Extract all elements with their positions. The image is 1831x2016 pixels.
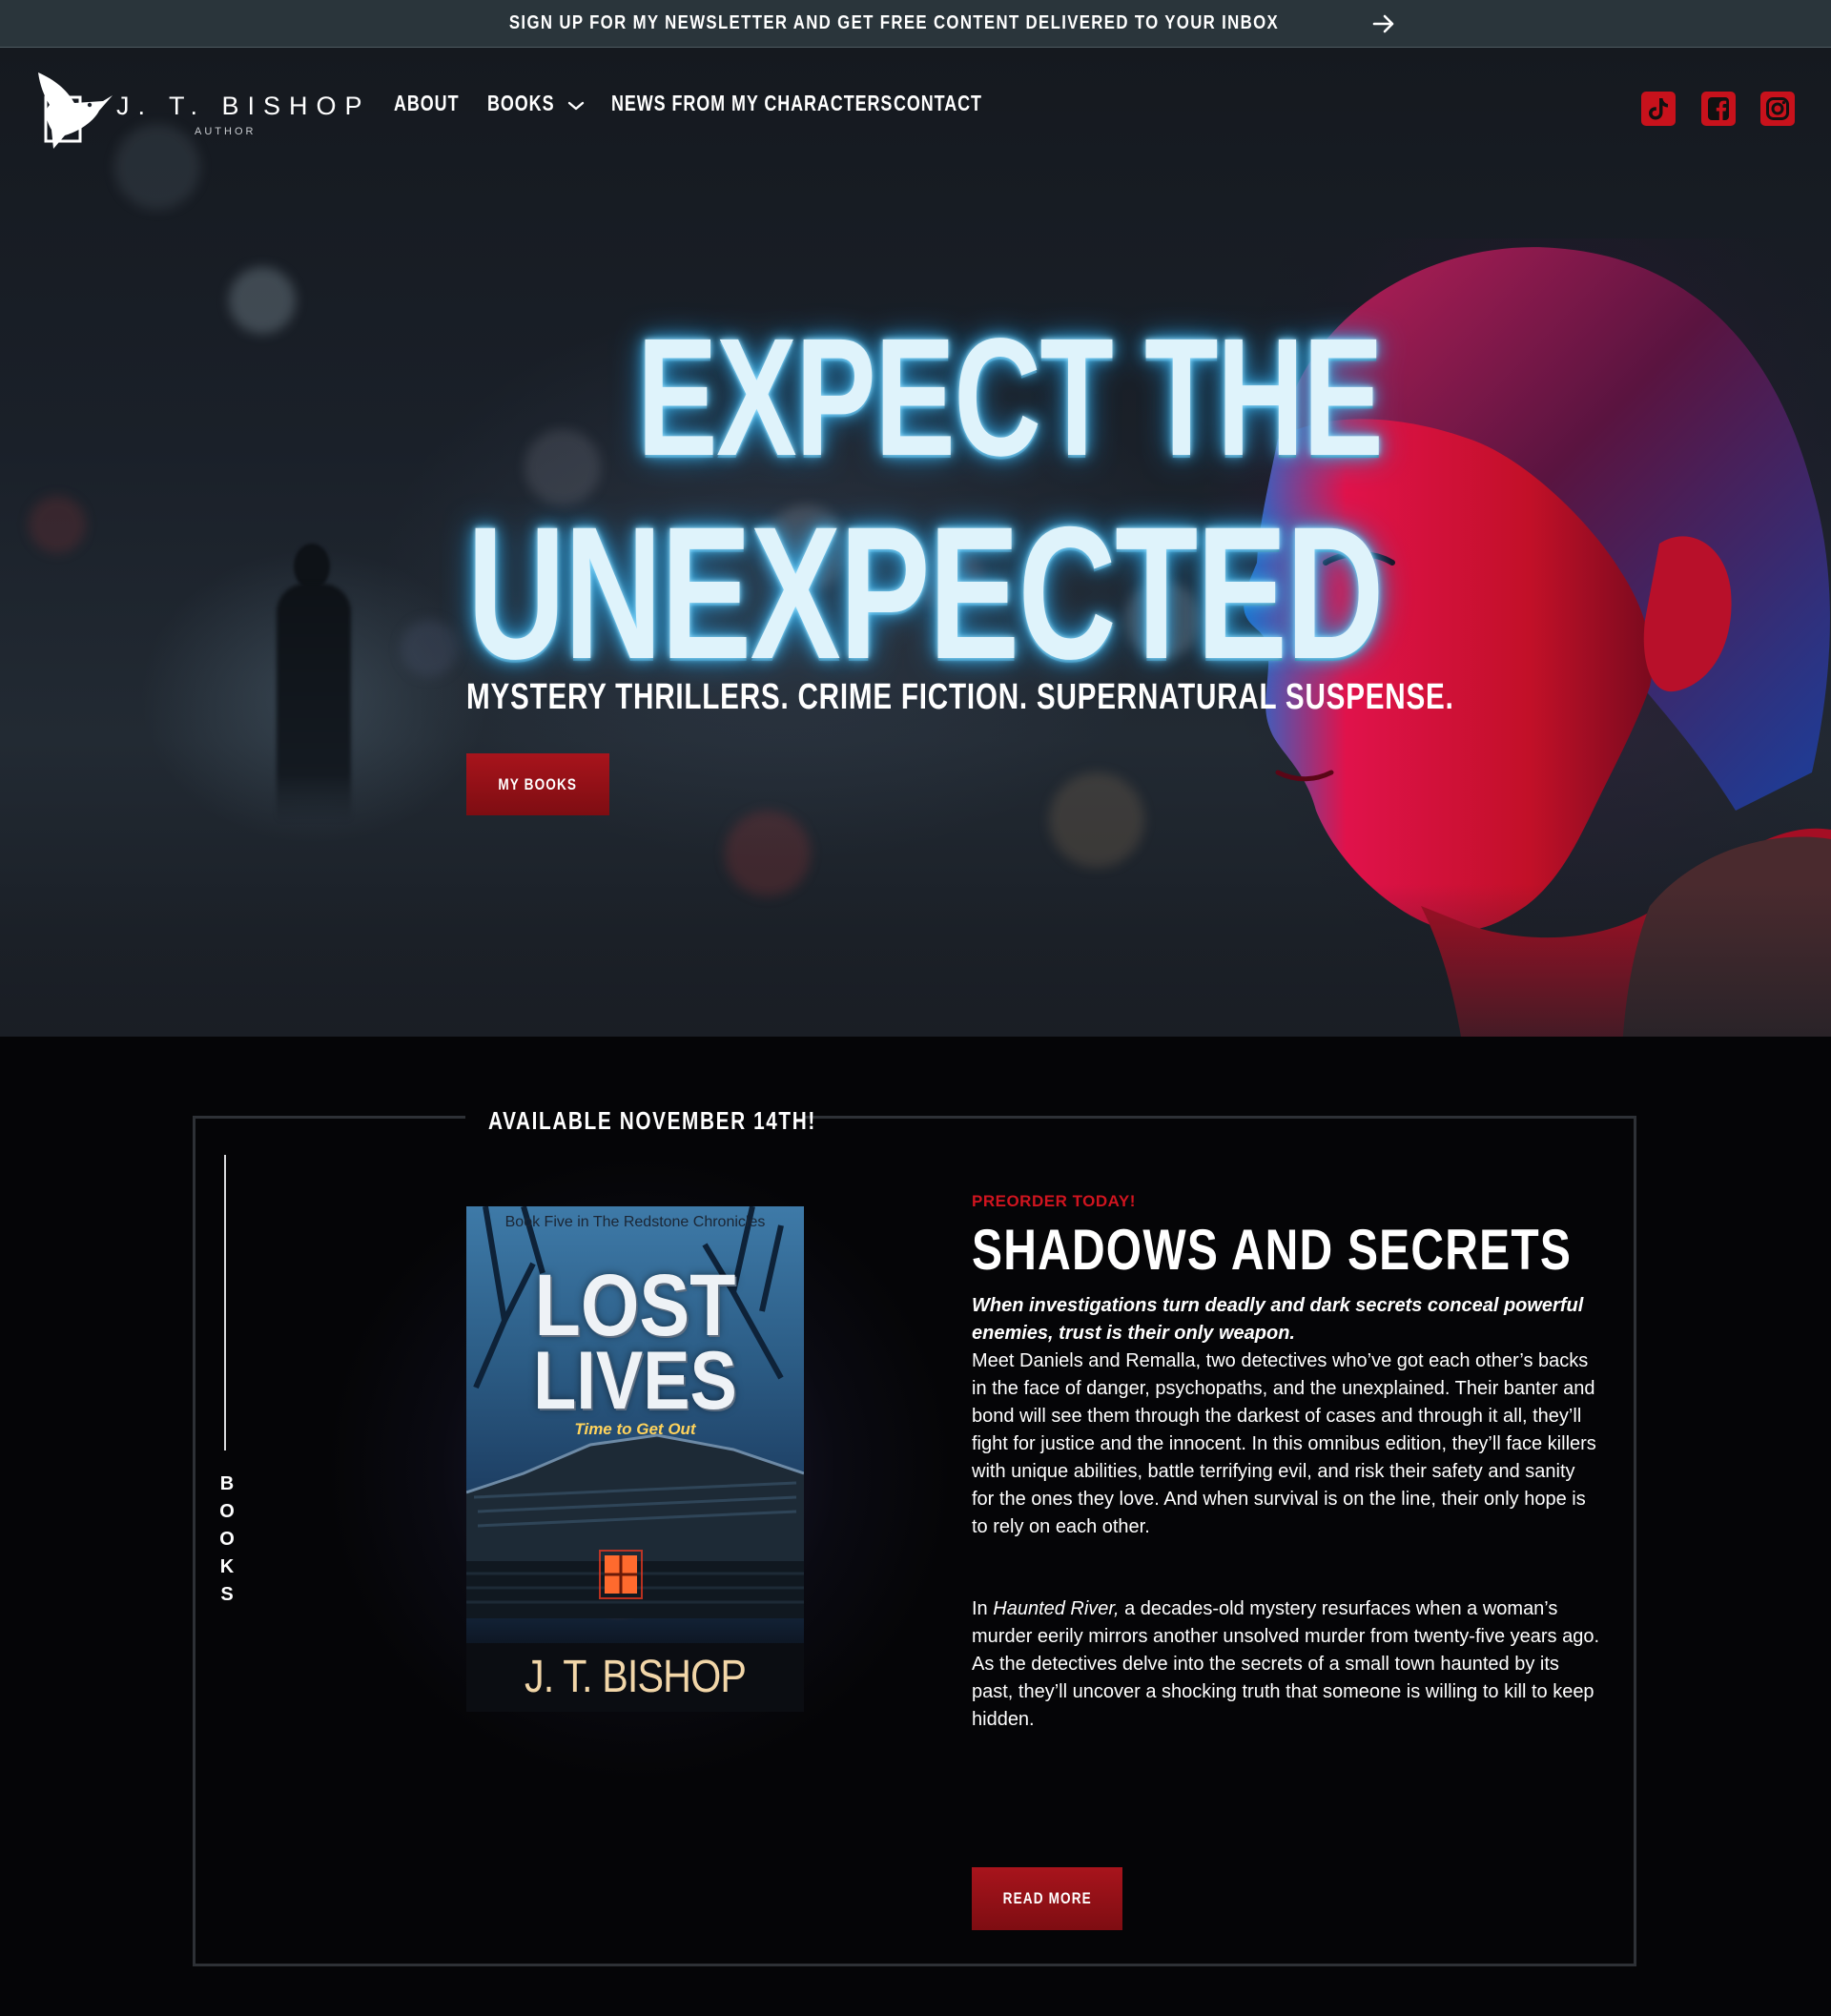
book-lead: When investigations turn deadly and dark… (972, 1295, 1584, 1344)
read-more-button-label[interactable]: READ MORE (1002, 1889, 1091, 1908)
nav-books-label[interactable]: BOOKS (487, 91, 554, 116)
book-title: SHADOWS AND SECRETS (972, 1218, 1573, 1282)
paragraph-2-prefix: In (972, 1598, 994, 1619)
vertical-books-letter: O (219, 1501, 235, 1522)
instagram-icon[interactable] (1760, 92, 1795, 126)
book-description-paragraph-2: In Haunted River, a decades-old mystery … (972, 1595, 1601, 1734)
facebook-icon[interactable] (1701, 92, 1736, 126)
frame-label: AVAILABLE NOVEMBER 14TH! (488, 1106, 816, 1135)
arrow-right-icon[interactable] (1372, 14, 1395, 33)
site-logo[interactable]: J. T. BISHOP AUTHOR (36, 69, 362, 151)
vertical-books-label: BOOKS (217, 1471, 237, 1609)
logo-subtitle: AUTHOR (195, 126, 257, 137)
bokeh-light (29, 496, 86, 553)
my-books-button[interactable]: MY BOOKS (466, 753, 609, 815)
chevron-down-icon[interactable] (567, 100, 585, 112)
bokeh-light (229, 267, 296, 334)
vertical-books-letter: B (219, 1473, 235, 1494)
read-more-button[interactable]: READ MORE (972, 1867, 1122, 1930)
nav-news-from-my-characters[interactable]: NEWS FROM MY CHARACTERS (611, 91, 893, 116)
nav-contact[interactable]: CONTACT (894, 91, 982, 116)
book-description-paragraph-1: Meet Daniels and Remalla, two detectives… (972, 1350, 1596, 1537)
main-nav: ABOUT BOOKS NEWS FROM MY CHARACTERS CONT… (394, 91, 981, 116)
vertical-divider (224, 1155, 226, 1450)
logo-name: J. T. BISHOP (116, 92, 371, 120)
hero-headline-line2: UNEXPECTED (467, 487, 1384, 698)
my-books-button-label[interactable]: MY BOOKS (499, 775, 578, 794)
tiktok-icon[interactable] (1641, 92, 1676, 126)
nav-books[interactable]: BOOKS (487, 91, 585, 116)
newsletter-banner-text[interactable]: SIGN UP FOR MY NEWSLETTER AND GET FREE C… (508, 12, 1278, 34)
cover-title-line2: LIVES (533, 1335, 737, 1427)
nav-about[interactable]: ABOUT (394, 91, 459, 116)
book-cover-image[interactable]: Book Five in The Redstone Chronicles LOS… (466, 1206, 804, 1712)
cover-series-text: Book Five in The Redstone Chronicles (504, 1214, 766, 1230)
preorder-eyebrow: PREORDER TODAY! (972, 1192, 1136, 1210)
vertical-books-letter: S (220, 1584, 234, 1605)
cover-subtitle: Time to Get Out (574, 1420, 696, 1438)
walking-figure-silhouette (277, 584, 351, 822)
walking-figure-silhouette (294, 544, 330, 589)
hero-bottom-fade (0, 884, 1831, 1037)
vertical-books-letter: K (219, 1556, 235, 1577)
bokeh-light (1049, 772, 1144, 868)
bokeh-light (401, 620, 458, 677)
social-instagram[interactable] (1760, 92, 1795, 126)
hero-headline-line1: EXPECT THE (637, 304, 1384, 491)
hummingbird-logo-icon (38, 72, 113, 149)
social-tiktok[interactable] (1641, 92, 1676, 126)
cover-author: J. T. BISHOP (524, 1652, 747, 1702)
vertical-books-letter: O (219, 1529, 235, 1550)
social-facebook[interactable] (1701, 92, 1736, 126)
haunted-river-title: Haunted River, (993, 1598, 1120, 1619)
newsletter-banner[interactable]: SIGN UP FOR MY NEWSLETTER AND GET FREE C… (0, 0, 1831, 48)
hero-tagline: MYSTERY THRILLERS. CRIME FICTION. SUPERN… (466, 677, 1454, 717)
